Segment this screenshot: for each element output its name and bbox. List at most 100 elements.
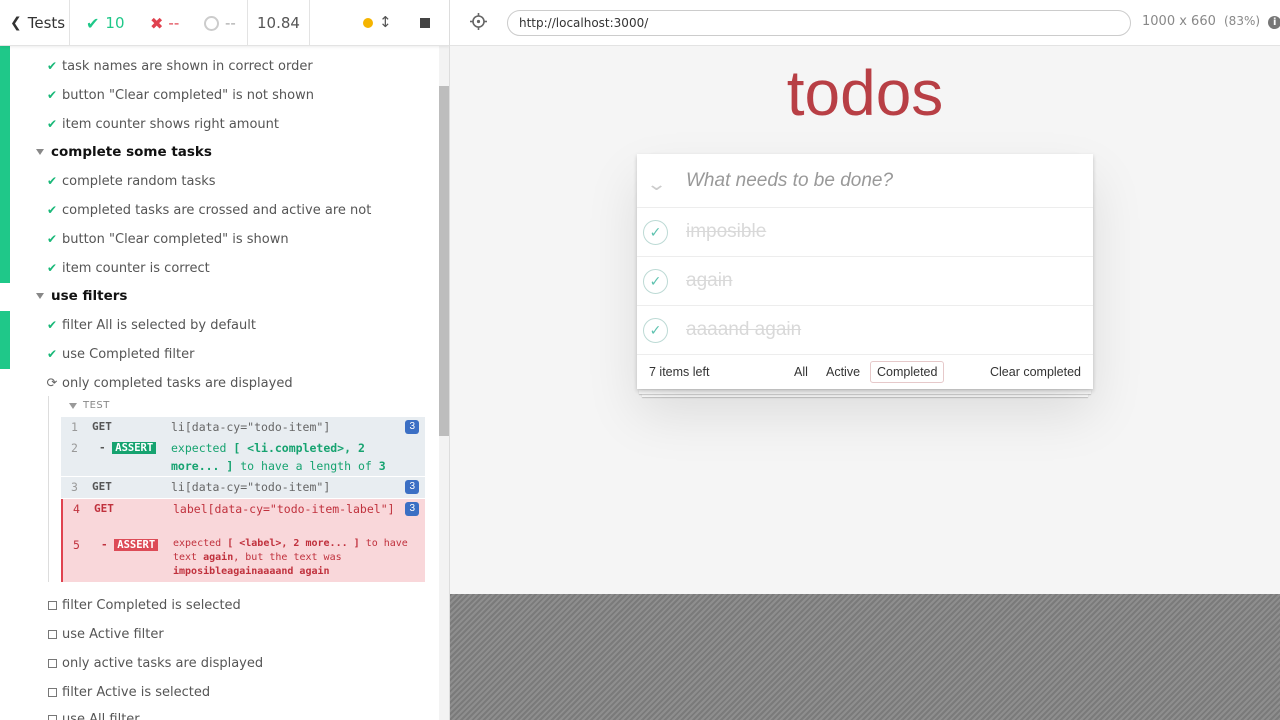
test-item-pending[interactable]: use Active filter [46, 624, 164, 644]
filter-active[interactable]: Active [819, 361, 867, 383]
element-count-badge: 3 [405, 502, 419, 516]
toggle-checkbox[interactable]: ✓ [643, 220, 668, 245]
test-item-pending[interactable]: filter Completed is selected [46, 595, 241, 615]
test-label: filter All is selected by default [62, 317, 256, 333]
new-todo-placeholder: What needs to be done? [686, 169, 894, 191]
todo-item[interactable]: ✓ again [637, 257, 1093, 306]
empty-box-icon [46, 714, 58, 720]
pending-number: -- [225, 14, 236, 32]
test-item[interactable]: ✔ task names are shown in correct order [46, 56, 313, 76]
command-number: 2 [71, 441, 78, 455]
command-row[interactable]: 3 GET li[data-cy="todo-item"] 3 [61, 477, 425, 498]
test-item[interactable]: ✔ complete random tasks [46, 171, 216, 191]
test-item-pending[interactable]: filter Active is selected [46, 682, 210, 702]
controls: ↕ [310, 0, 400, 46]
viewport-info: 1000 x 660 (83%) i [1142, 14, 1280, 29]
test-label: use Active filter [62, 626, 164, 642]
stack-decoration [642, 394, 1088, 397]
test-item[interactable]: ✔ button "Clear completed" is not shown [46, 85, 314, 105]
test-label: completed tasks are crossed and active a… [62, 202, 372, 218]
stop-button[interactable] [400, 0, 449, 46]
todo-footer: 7 items left All Active Completed Clear … [637, 355, 1093, 389]
check-icon: ✓ [649, 322, 662, 339]
command-message: expected [ <li.completed>, 2 more... ] t… [171, 441, 386, 473]
todo-item[interactable]: ✓ imposible [637, 208, 1093, 257]
test-item[interactable]: ✔ completed tasks are crossed and active … [46, 200, 371, 220]
app-title: todos [786, 57, 944, 129]
test-label: only completed tasks are displayed [62, 375, 293, 391]
test-item-running[interactable]: ⟳ only completed tasks are displayed [46, 373, 293, 393]
clear-completed-button[interactable]: Clear completed [990, 365, 1081, 379]
info-icon[interactable]: i [1268, 16, 1280, 29]
check-icon: ✔ [46, 203, 58, 217]
check-icon: ✔ [46, 174, 58, 188]
caret-down-icon [69, 402, 77, 409]
suite-item[interactable]: complete some tasks [36, 142, 212, 162]
command-row[interactable]: 1 GET li[data-cy="todo-item"] 3 [61, 417, 425, 438]
test-label: filter Active is selected [62, 684, 211, 700]
empty-box-icon [46, 687, 58, 697]
assert-badge: ASSERT [114, 539, 159, 551]
test-label: filter Completed is selected [62, 597, 241, 613]
empty-box-icon [46, 629, 58, 639]
check-icon: ✔ [46, 347, 58, 361]
check-icon: ✔ [46, 59, 58, 73]
url-bar[interactable]: http://localhost:3000/ [507, 10, 1131, 36]
test-label: button "Clear completed" is not shown [62, 87, 314, 103]
test-item[interactable]: ✔ item counter shows right amount [46, 114, 279, 134]
test-label: button "Clear completed" is shown [62, 231, 289, 247]
duration: 10.84 [248, 0, 310, 46]
command-message: li[data-cy="todo-item"] [171, 420, 331, 434]
caret-down-icon [36, 149, 44, 155]
test-item[interactable]: ✔ filter All is selected by default [46, 315, 256, 335]
test-item[interactable]: ✔ button "Clear completed" is shown [46, 229, 289, 249]
passed-number: 10 [105, 14, 125, 32]
filter-all[interactable]: All [787, 361, 815, 383]
aut-empty-area [450, 594, 1280, 720]
test-label: task names are shown in correct order [62, 58, 313, 74]
back-to-tests-button[interactable]: ❮ Tests [0, 0, 70, 46]
todo-item[interactable]: ✓ aaaand again [637, 306, 1093, 355]
failed-count[interactable]: ✖ -- [138, 0, 194, 46]
command-number: 3 [71, 480, 78, 494]
url-text: http://localhost:3000/ [519, 16, 649, 30]
test-label: only active tasks are displayed [62, 655, 264, 671]
test-item-pending[interactable]: use All filter [46, 709, 140, 720]
test-label: use All filter [62, 711, 140, 720]
circle-pending-icon [204, 15, 219, 31]
error-message: expected [ <label>, 2 more... ] to have … [173, 538, 408, 577]
command-name: GET [92, 480, 112, 493]
toggle-checkbox[interactable]: ✓ [643, 318, 668, 343]
new-todo-input[interactable]: ⌄ What needs to be done? [637, 154, 1093, 208]
todo-item-label: again [686, 270, 733, 291]
command-row[interactable]: 2 - ASSERT expected [ <li.completed>, 2 … [61, 438, 425, 476]
test-body-header[interactable]: TEST [69, 400, 110, 411]
test-item-pending[interactable]: only active tasks are displayed [46, 653, 263, 673]
passed-count[interactable]: ✔ 10 [70, 0, 138, 46]
chevron-down-icon[interactable]: ⌄ [646, 174, 667, 195]
test-reporter: ❮ Tests ✔ 10 ✖ -- -- 10.84 ↕ ✔ task names… [0, 0, 450, 720]
check-icon: ✔ [86, 13, 100, 33]
command-message: label[data-cy="todo-item-label"] [173, 502, 395, 516]
command-row-failed[interactable]: 4 GET label[data-cy="todo-item-label"] 3… [61, 499, 425, 582]
reporter-header: ❮ Tests ✔ 10 ✖ -- -- 10.84 ↕ [0, 0, 449, 46]
command-number: 4 [73, 502, 80, 516]
suite-label: use filters [51, 288, 128, 304]
element-count-badge: 3 [405, 420, 419, 434]
suite-item[interactable]: use filters [36, 286, 127, 306]
test-item[interactable]: ✔ use Completed filter [46, 344, 194, 364]
command-number: 1 [71, 420, 78, 434]
test-label: use Completed filter [62, 346, 195, 362]
selector-playground-icon[interactable] [470, 13, 487, 30]
auto-scroll-toggle-icon[interactable]: ↕ [379, 13, 392, 31]
check-icon: ✔ [46, 117, 58, 131]
command-number: 5 [73, 538, 80, 552]
toggle-checkbox[interactable]: ✓ [643, 269, 668, 294]
back-label: Tests [27, 14, 66, 32]
scrollbar-thumb[interactable] [439, 86, 449, 436]
stop-icon [420, 18, 430, 28]
command-log: TEST 1 GET li[data-cy="todo-item"] 3 2 -… [48, 396, 425, 582]
filter-completed[interactable]: Completed [870, 361, 945, 383]
test-item[interactable]: ✔ item counter is correct [46, 258, 210, 278]
pending-count[interactable]: -- [194, 0, 248, 46]
